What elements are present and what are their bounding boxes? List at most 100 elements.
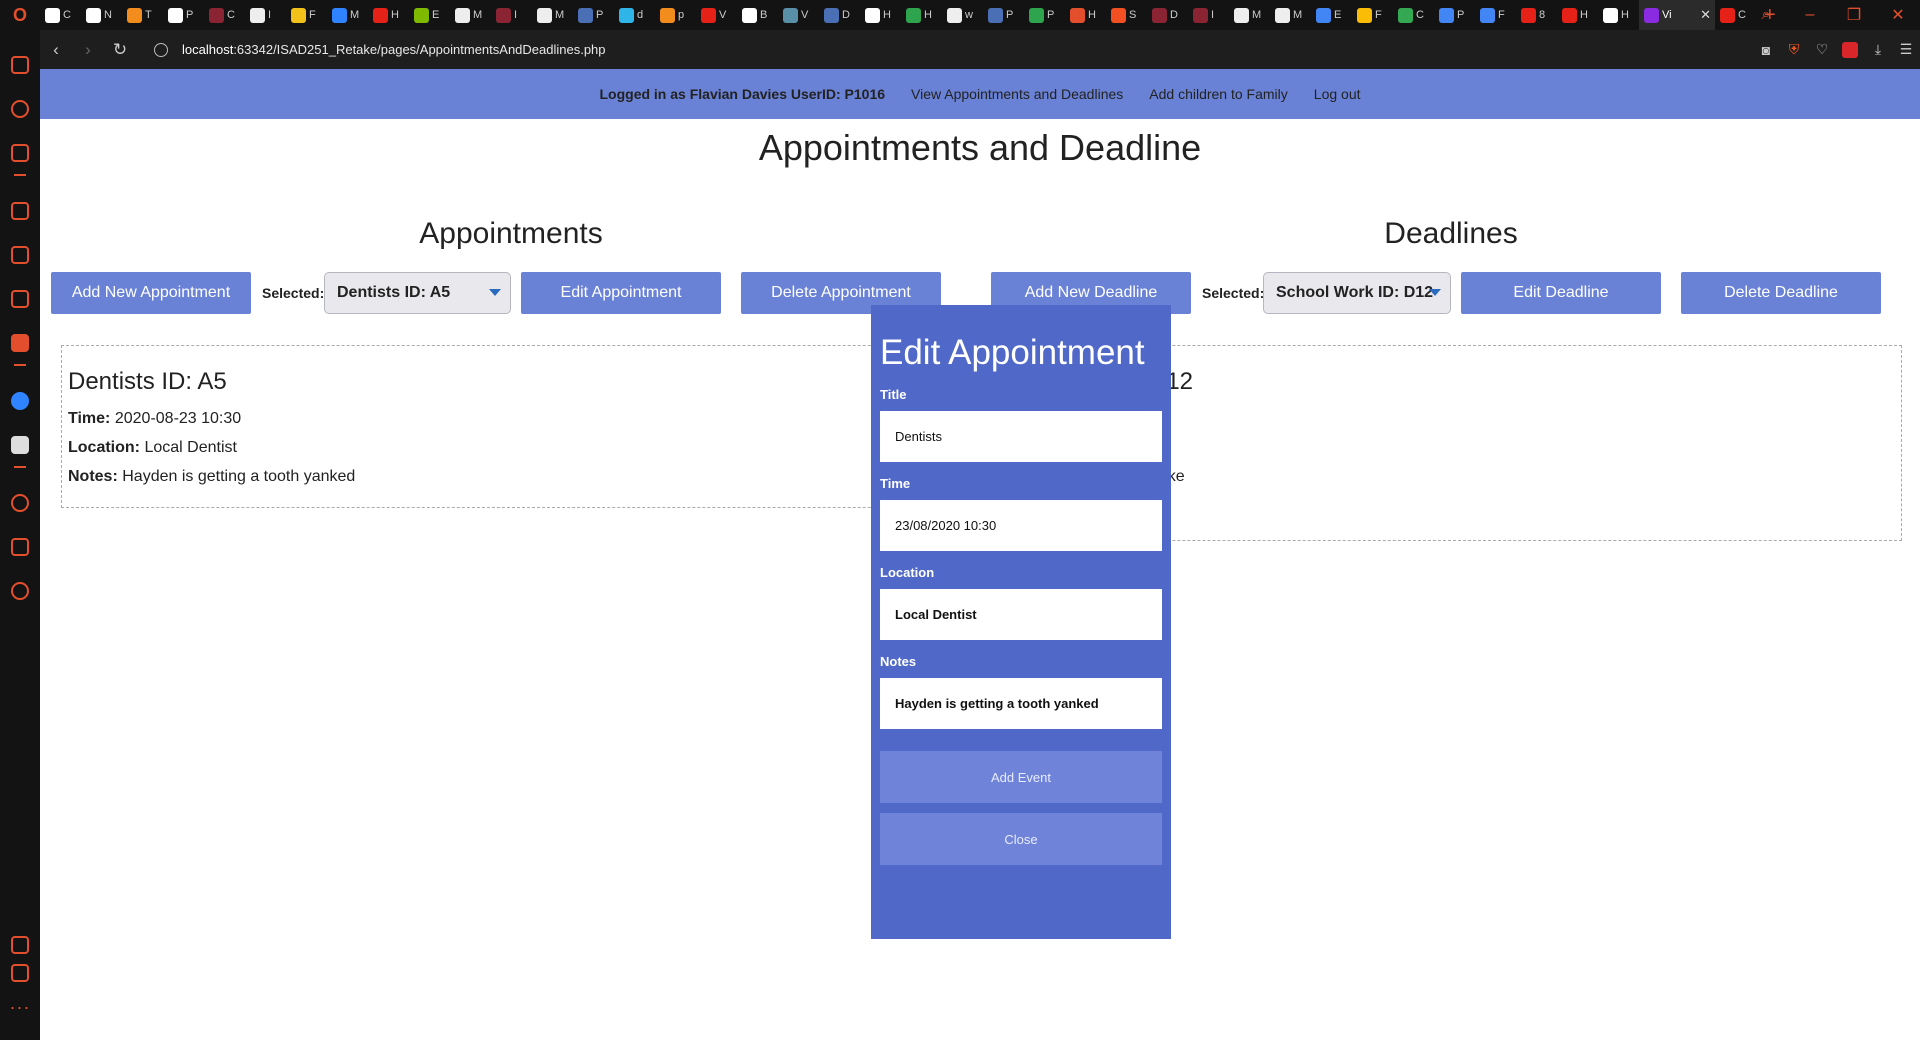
browser-tab[interactable]: D [819, 0, 860, 30]
sidebar-divider [14, 466, 26, 468]
tab-label: M [473, 9, 483, 21]
browser-tab[interactable]: 8 [1516, 0, 1557, 30]
browser-tab[interactable]: V [778, 0, 819, 30]
browser-tab[interactable]: M [532, 0, 573, 30]
browser-tab[interactable]: I [491, 0, 532, 30]
tab-label: I [514, 9, 518, 21]
settings-gear-icon[interactable] [11, 582, 29, 600]
browser-tab[interactable]: H [1557, 0, 1598, 30]
easy-setup-icon[interactable]: ☰ [1898, 41, 1914, 58]
browser-tab[interactable]: M [450, 0, 491, 30]
adblock-shield-icon[interactable]: ⛨ [1786, 41, 1802, 58]
browser-tab[interactable]: M [1229, 0, 1270, 30]
delete-deadline-button[interactable]: Delete Deadline [1681, 272, 1881, 314]
messenger-icon[interactable] [11, 392, 29, 410]
browser-tab[interactable]: P [1024, 0, 1065, 30]
twitch-icon[interactable] [11, 144, 29, 162]
tab-favicon-icon [291, 7, 306, 23]
title-input[interactable]: Dentists [880, 411, 1162, 462]
browser-tab[interactable]: P [573, 0, 614, 30]
browser-tab[interactable]: E [1311, 0, 1352, 30]
browser-tab[interactable]: F [286, 0, 327, 30]
minimize-icon[interactable]: – [1788, 6, 1832, 24]
browser-tab[interactable]: C [1393, 0, 1434, 30]
gamepad-icon[interactable] [11, 56, 29, 74]
page-title: Appointments and Deadline [758, 127, 1202, 168]
browser-tab[interactable]: M [1270, 0, 1311, 30]
tab-label: w [965, 9, 973, 21]
browser-tab[interactable]: w [942, 0, 983, 30]
browser-tab[interactable]: S [1106, 0, 1147, 30]
book-icon[interactable] [11, 246, 29, 264]
speed-dial-icon[interactable] [11, 100, 29, 118]
more-icon[interactable]: ··· [10, 997, 31, 1018]
deadline-select[interactable]: School Work ID: D12 [1263, 272, 1451, 314]
close-modal-button[interactable]: Close [880, 813, 1162, 865]
browser-tab[interactable]: D [1147, 0, 1188, 30]
browser-tab[interactable]: V [696, 0, 737, 30]
browser-tab[interactable]: F [1352, 0, 1393, 30]
cube-icon[interactable] [11, 538, 29, 556]
tab-label: p [678, 9, 685, 21]
sidebar-divider [14, 364, 26, 366]
browser-tab[interactable]: P [1434, 0, 1475, 30]
browser-tab[interactable]: P [163, 0, 204, 30]
restore-icon[interactable]: ❐ [1832, 5, 1876, 25]
time-input[interactable]: 23/08/2020 10:30 [880, 500, 1162, 551]
browser-tab[interactable]: d [614, 0, 655, 30]
browser-tab[interactable]: H [1598, 0, 1639, 30]
appointment-select[interactable]: Dentists ID: A5 [324, 272, 511, 314]
extension-icon[interactable] [1842, 41, 1858, 58]
download-icon[interactable]: ⤓ [1870, 41, 1886, 58]
history-icon[interactable] [11, 494, 29, 512]
cpu-limiter-icon[interactable] [11, 936, 29, 954]
gx-icon[interactable] [11, 290, 29, 308]
browser-tab[interactable]: N [81, 0, 122, 30]
browser-tab[interactable]: H [860, 0, 901, 30]
snapshot-icon[interactable]: ◙ [1758, 42, 1774, 58]
heart-icon[interactable]: ♡ [1814, 41, 1830, 58]
location-input[interactable]: Local Dentist [880, 589, 1162, 640]
opera-logo-icon[interactable]: O [0, 0, 40, 30]
nav-link-add-children[interactable]: Add children to Family [1149, 86, 1288, 102]
close-tab-icon[interactable]: ✕ [1700, 7, 1711, 23]
browser-tab[interactable]: I [245, 0, 286, 30]
browser-tab[interactable]: T [122, 0, 163, 30]
browser-tab[interactable]: B [737, 0, 778, 30]
ram-limiter-icon[interactable] [11, 964, 29, 982]
browser-tab[interactable]: M [327, 0, 368, 30]
browser-tab[interactable]: H [1065, 0, 1106, 30]
tab-favicon-icon [742, 7, 757, 23]
url-field[interactable]: localhost:63342/ISAD251_Retake/pages/App… [182, 42, 606, 57]
browser-tab[interactable]: H [368, 0, 409, 30]
browser-tab[interactable]: E [409, 0, 450, 30]
appointment-location: Location: Local Dentist [68, 439, 237, 456]
add-event-button[interactable]: Add Event [880, 751, 1162, 803]
browser-tab[interactable]: F [1475, 0, 1516, 30]
notes-input[interactable]: Hayden is getting a tooth yanked [880, 678, 1162, 729]
search-tabs-icon[interactable]: ⌕ [1744, 6, 1788, 24]
reload-icon[interactable]: ↻ [104, 40, 136, 60]
site-info-icon[interactable] [154, 42, 168, 57]
briefcase-icon[interactable] [11, 334, 29, 352]
browser-tab[interactable]: P [983, 0, 1024, 30]
browser-tab[interactable]: C [40, 0, 81, 30]
nav-link-view-appointments[interactable]: View Appointments and Deadlines [911, 86, 1123, 102]
close-window-icon[interactable]: ✕ [1876, 5, 1920, 25]
browser-tab[interactable]: H [901, 0, 942, 30]
deadline-line-3: D 251 retake [1093, 468, 1895, 486]
login-status: Logged in as Flavian Davies UserID: P101… [599, 86, 886, 102]
forward-icon[interactable]: › [72, 40, 104, 60]
edit-appointment-button[interactable]: Edit Appointment [521, 272, 721, 314]
browser-tab[interactable]: p [655, 0, 696, 30]
discord-icon[interactable] [11, 436, 29, 454]
edit-deadline-button[interactable]: Edit Deadline [1461, 272, 1661, 314]
back-icon[interactable]: ‹ [40, 40, 72, 60]
add-appointment-button[interactable]: Add New Appointment [51, 272, 251, 314]
browser-tab-active[interactable]: Vi ✕ [1639, 0, 1715, 30]
browser-tab[interactable]: I [1188, 0, 1229, 30]
home-icon[interactable] [11, 202, 29, 220]
nav-link-log-out[interactable]: Log out [1314, 86, 1361, 102]
browser-tab[interactable]: C [204, 0, 245, 30]
tab-label: N [104, 9, 112, 21]
